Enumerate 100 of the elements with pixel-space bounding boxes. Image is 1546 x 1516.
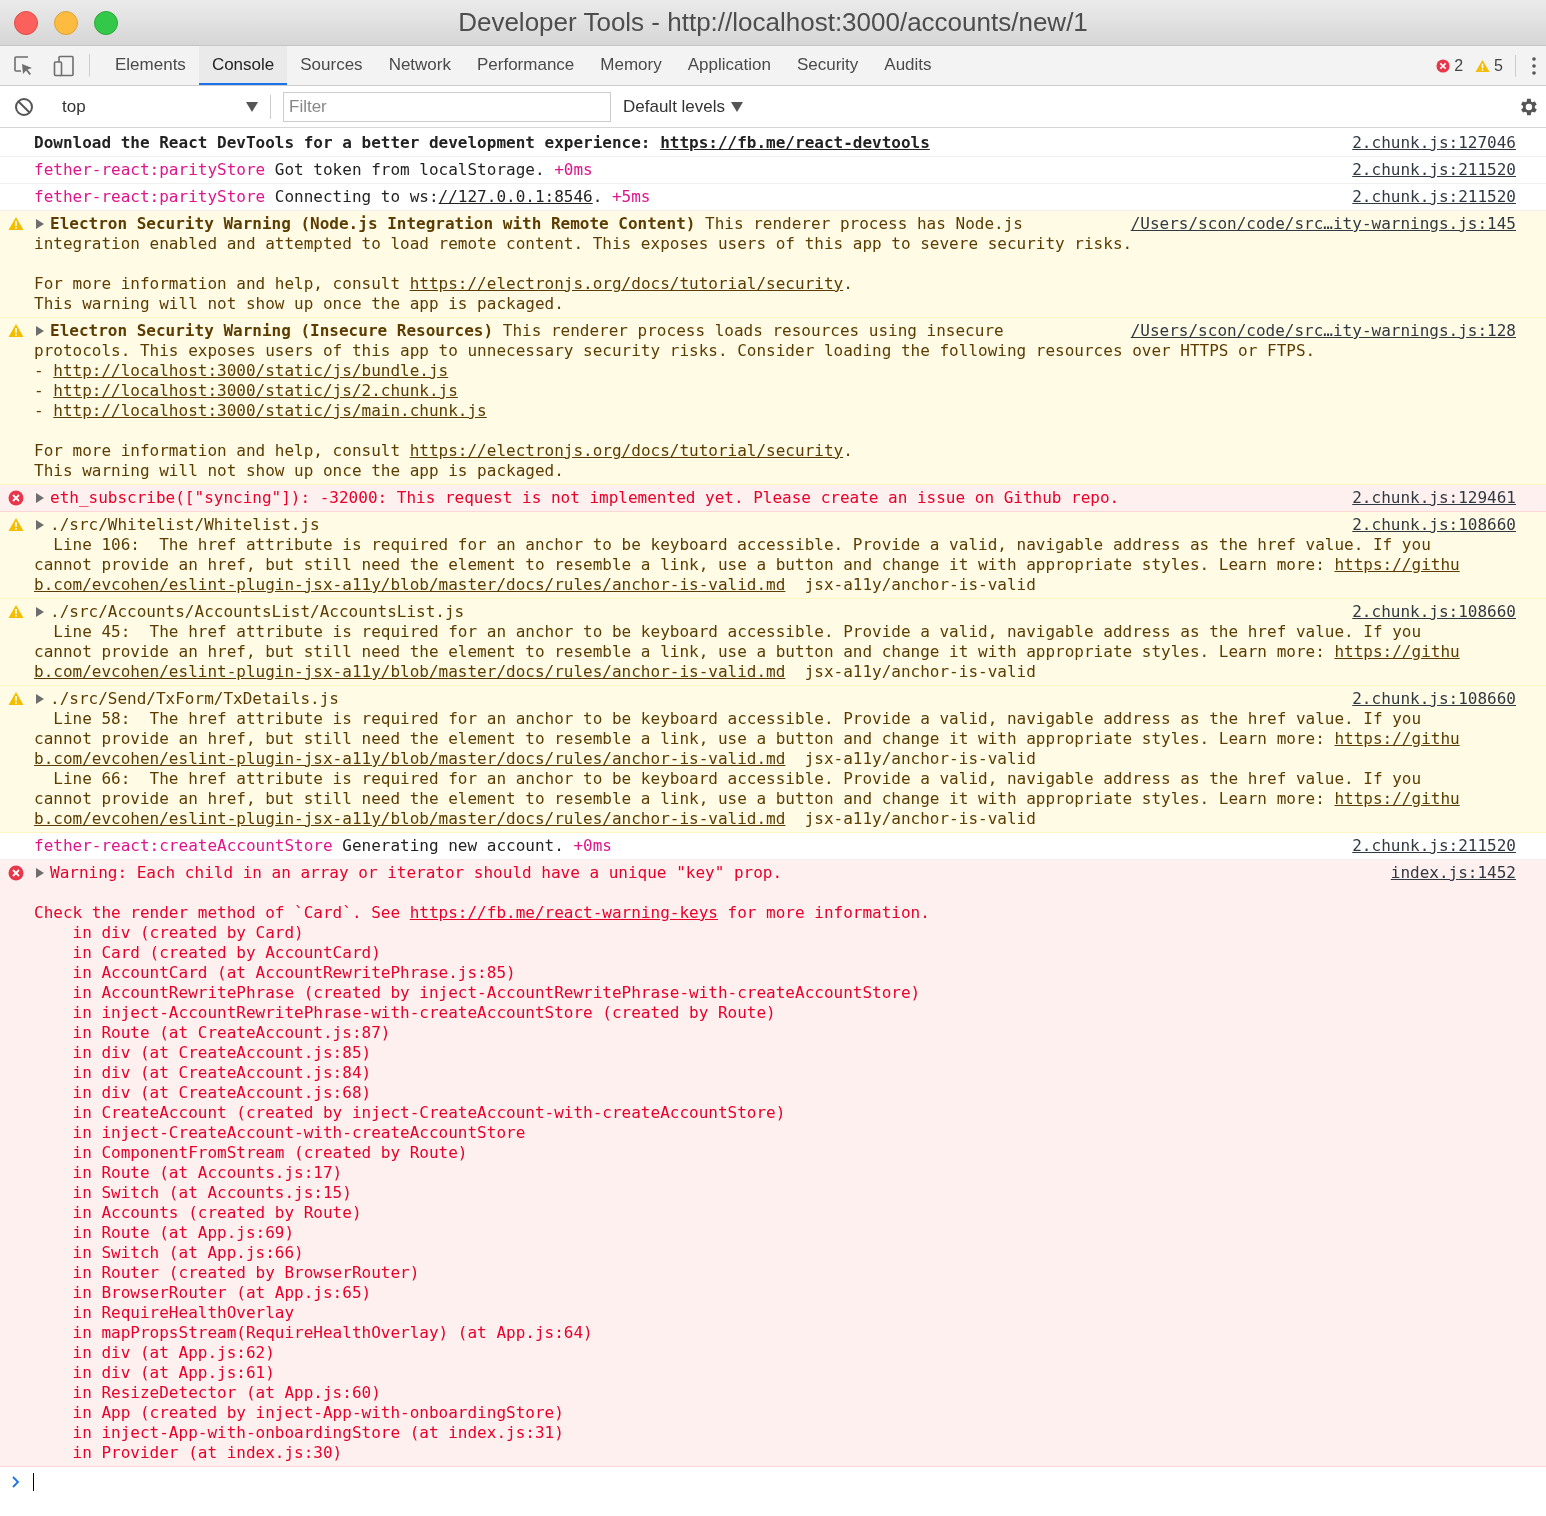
- message-text: in AccountCard (at AccountRewritePhrase.js:85): [71, 963, 516, 982]
- panel-tab[interactable]: Audits: [871, 46, 945, 85]
- more-options-icon[interactable]: [1532, 56, 1536, 75]
- source-link[interactable]: 2.chunk.js:211520: [1352, 160, 1516, 180]
- message-text: Electron Security Warning (Node.js Integration with Remote Content) This renderer process has Node.js: [50, 214, 1023, 234]
- expand-triangle-icon[interactable]: [35, 219, 45, 229]
- message-text: in div (at App.js:61): [71, 1363, 275, 1382]
- link[interactable]: http://localhost:3000/static/js/2.chunk.js: [53, 381, 458, 400]
- message-text: fether-react:parityStore Got token from localStorage. +0ms: [34, 160, 593, 180]
- warning-icon: [8, 517, 24, 532]
- source-link[interactable]: 2.chunk.js:211520: [1352, 836, 1516, 856]
- link[interactable]: https://githu: [1334, 642, 1460, 661]
- message-text: - http://localhost:3000/static/js/bundle.js: [34, 361, 449, 380]
- panel-tab[interactable]: Memory: [587, 46, 675, 85]
- message-text: For more information and help, consult https://electronjs.org/docs/tutorial/security.: [34, 274, 853, 293]
- link[interactable]: https://githu: [1334, 555, 1460, 574]
- source-link[interactable]: 2.chunk.js:108660: [1352, 515, 1516, 535]
- expand-triangle-icon[interactable]: [35, 326, 45, 336]
- message-text: in Provider (at index.js:30): [71, 1443, 343, 1462]
- message-text: in Route (at App.js:69): [71, 1223, 295, 1242]
- expand-triangle-icon[interactable]: [35, 607, 45, 617]
- message-text: b.com/evcohen/eslint-plugin-jsx-a11y/blob/master/docs/rules/anchor-is-valid.md jsx-a11y/anchor-is-valid: [34, 809, 1036, 828]
- message-text: This warning will not show up once the app is packaged.: [34, 461, 564, 480]
- error-icon: [8, 490, 24, 506]
- source-link[interactable]: 2.chunk.js:108660: [1352, 689, 1516, 709]
- source-link[interactable]: 2.chunk.js:129461: [1352, 488, 1516, 508]
- message-text: Line 66: The href attribute is required for an anchor to be keyboard accessible. Provide a valid, navigable address as the href value. If you: [52, 769, 1422, 788]
- source-link[interactable]: /Users/scon/code/src…ity-warnings.js:128: [1130, 321, 1516, 341]
- panel-tab[interactable]: Security: [783, 46, 872, 85]
- link[interactable]: https://githu: [1334, 789, 1460, 808]
- message-text: Warning: Each child in an array or iterator should have a unique "key" prop.: [50, 863, 783, 883]
- message-text: in div (at CreateAccount.js:68): [71, 1083, 372, 1102]
- prompt-chevron-icon: [12, 1476, 20, 1488]
- message-text: in Switch (at App.js:66): [71, 1243, 304, 1262]
- message-text: b.com/evcohen/eslint-plugin-jsx-a11y/blob/master/docs/rules/anchor-is-valid.md jsx-a11y/anchor-is-valid: [34, 575, 1036, 594]
- expand-triangle-icon[interactable]: [35, 868, 45, 878]
- message-text: fether-react:parityStore Connecting to ws://127.0.0.1:8546. +5ms: [34, 187, 651, 207]
- context-dropdown[interactable]: top: [62, 93, 258, 120]
- panel-tab[interactable]: Application: [674, 46, 784, 85]
- message-text: in div (created by Card): [71, 923, 304, 942]
- panel-tab[interactable]: Network: [375, 46, 464, 85]
- link[interactable]: //127.0.0.1:8546: [438, 187, 593, 206]
- message-text: in Route (at Accounts.js:17): [71, 1163, 343, 1182]
- warning-icon: [8, 691, 24, 706]
- link[interactable]: https://githu: [1334, 729, 1460, 748]
- link[interactable]: https://electronjs.org/docs/tutorial/security: [409, 441, 844, 460]
- source-link[interactable]: 2.chunk.js:127046: [1352, 133, 1516, 153]
- link[interactable]: https://fb.me/react-devtools: [660, 133, 930, 152]
- message-text: in AccountRewritePhrase (created by inject-AccountRewritePhrase-with-createAccountStore): [71, 983, 921, 1002]
- message-text: in div (at CreateAccount.js:84): [71, 1063, 372, 1082]
- message-text: in RequireHealthOverlay: [71, 1303, 295, 1322]
- link[interactable]: b.com/evcohen/eslint-plugin-jsx-a11y/blob/master/docs/rules/anchor-is-valid.md: [34, 809, 786, 828]
- message-text: eth_subscribe(["syncing"]): -32000: This request is not implemented yet. Please create an issue on Github repo.: [50, 488, 1120, 508]
- dropdown-caret-icon: [731, 101, 744, 112]
- log-levels-dropdown[interactable]: Default levels: [623, 93, 744, 120]
- message-text: in inject-App-with-onboardingStore (at index.js:31): [71, 1423, 564, 1442]
- link[interactable]: http://localhost:3000/static/js/main.chunk.js: [53, 401, 487, 420]
- message-text: Line 45: The href attribute is required for an anchor to be keyboard accessible. Provide a valid, navigable address as the href value. If you: [52, 622, 1422, 641]
- message-text: integration enabled and attempted to load remote content. This exposes users of this app to severe security risks.: [34, 234, 1133, 253]
- expand-triangle-icon[interactable]: [35, 520, 45, 530]
- message-text: Line 58: The href attribute is required for an anchor to be keyboard accessible. Provide a valid, navigable address as the href value. If you: [52, 709, 1422, 728]
- message-text: in mapPropsStream(RequireHealthOverlay) (at App.js:64): [71, 1323, 593, 1342]
- message-text: in App (created by inject-App-with-onboardingStore): [71, 1403, 564, 1422]
- panel-tab[interactable]: Performance: [464, 46, 588, 85]
- message-text: b.com/evcohen/eslint-plugin-jsx-a11y/blob/master/docs/rules/anchor-is-valid.md jsx-a11y/anchor-is-valid: [34, 662, 1036, 681]
- message-text: For more information and help, consult https://electronjs.org/docs/tutorial/security.: [34, 441, 853, 460]
- source-link[interactable]: /Users/scon/code/src…ity-warnings.js:145: [1130, 214, 1516, 234]
- expand-triangle-icon[interactable]: [35, 694, 45, 704]
- message-text: in inject-AccountRewritePhrase-with-createAccountStore (created by Route): [71, 1003, 776, 1022]
- source-link[interactable]: index.js:1452: [1390, 863, 1516, 883]
- warning-icon: [8, 604, 24, 619]
- message-text: ./src/Whitelist/Whitelist.js: [50, 515, 320, 535]
- filter-field[interactable]: Filter: [283, 91, 611, 122]
- message-text: cannot provide an href, but still need the element to resemble a link, use a button and change it with appropriate styles. Learn more: https://githu: [34, 555, 1460, 574]
- source-link[interactable]: 2.chunk.js:211520: [1352, 187, 1516, 207]
- panel-tab[interactable]: Console: [198, 46, 288, 85]
- message-text: in div (at App.js:62): [71, 1343, 275, 1362]
- link[interactable]: b.com/evcohen/eslint-plugin-jsx-a11y/blob/master/docs/rules/anchor-is-valid.md: [34, 749, 786, 768]
- message-text: This warning will not show up once the app is packaged.: [34, 294, 564, 313]
- clear-console-icon[interactable]: [14, 96, 34, 117]
- warning-icon: [8, 216, 24, 231]
- message-text: fether-react:createAccountStore Generating new account. +0ms: [34, 836, 612, 856]
- message-text: cannot provide an href, but still need the element to resemble a link, use a button and change it with appropriate styles. Learn more: https://githu: [34, 729, 1460, 748]
- source-link[interactable]: 2.chunk.js:108660: [1352, 602, 1516, 622]
- error-count: 2: [1454, 55, 1464, 76]
- message-text: ./src/Accounts/AccountsList/AccountsList.js: [50, 602, 465, 622]
- message-text: protocols. This exposes users of this app to unnecessary security risks. Consider loading the following resources over HTTPS or FTPS.: [34, 341, 1316, 360]
- device-toolbar-icon[interactable]: [53, 54, 75, 77]
- expand-triangle-icon[interactable]: [35, 493, 45, 503]
- panel-tab[interactable]: Sources: [287, 46, 376, 85]
- message-text: in Switch (at Accounts.js:15): [71, 1183, 352, 1202]
- message-text: in Router (created by BrowserRouter): [71, 1263, 420, 1282]
- link[interactable]: https://fb.me/react-warning-keys: [409, 903, 718, 922]
- panel-tab[interactable]: Elements: [102, 46, 199, 85]
- link[interactable]: http://localhost:3000/static/js/bundle.js: [53, 361, 449, 380]
- link[interactable]: https://electronjs.org/docs/tutorial/security: [409, 274, 844, 293]
- close-button[interactable]: [14, 11, 38, 35]
- link[interactable]: b.com/evcohen/eslint-plugin-jsx-a11y/blob/master/docs/rules/anchor-is-valid.md: [34, 662, 786, 681]
- link[interactable]: b.com/evcohen/eslint-plugin-jsx-a11y/blob/master/docs/rules/anchor-is-valid.md: [34, 575, 786, 594]
- message-text: Check the render method of `Card`. See https://fb.me/react-warning-keys for more information.: [34, 903, 930, 922]
